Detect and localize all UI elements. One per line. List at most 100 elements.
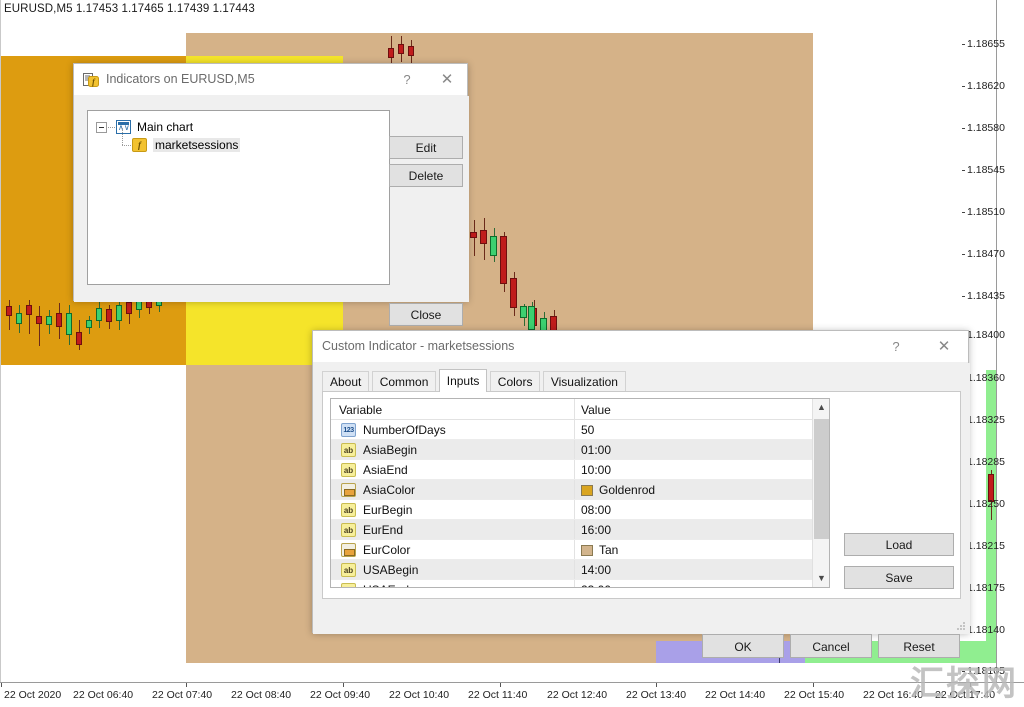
tab-inputs[interactable]: Inputs — [439, 369, 488, 392]
parameter-value[interactable]: Tan — [599, 543, 618, 557]
time-tick-label: 22 Oct 06:40 — [73, 689, 133, 701]
string-icon: ab — [341, 523, 356, 537]
parameter-value[interactable]: 50 — [581, 423, 594, 437]
indicators-dialog[interactable]: f Indicators on EURUSD,M5 ? ✕ Main chart — [73, 63, 468, 301]
cancel-button[interactable]: Cancel — [790, 634, 872, 658]
time-tick-label: 22 Oct 10:40 — [389, 689, 449, 701]
tree-connector — [122, 145, 131, 146]
close-icon[interactable]: ✕ — [924, 331, 964, 362]
close-button[interactable]: Close — [389, 303, 463, 326]
time-tick-label: 22 Oct 09:40 — [310, 689, 370, 701]
custom-indicator-dialog[interactable]: Custom Indicator - marketsessions ? ✕ Ab… — [312, 330, 969, 633]
color-icon — [341, 483, 356, 497]
time-tick-label: 22 Oct 11:40 — [468, 689, 527, 701]
cell-divider — [574, 540, 575, 559]
parameter-value[interactable]: Goldenrod — [599, 483, 655, 497]
custom-indicator-title: Custom Indicator - marketsessions — [322, 339, 514, 353]
table-row[interactable]: 123 NumberOfDays 50 — [331, 420, 829, 440]
time-tick-mark — [1, 683, 2, 687]
string-icon: ab — [341, 583, 356, 588]
candlestick — [408, 40, 414, 64]
tab-common[interactable]: Common — [372, 371, 437, 392]
tabstrip[interactable]: About Common Inputs Colors Visualization — [322, 369, 625, 391]
candlestick — [76, 320, 82, 350]
close-icon[interactable]: ✕ — [427, 64, 467, 95]
candlestick — [520, 304, 527, 326]
parameter-value[interactable]: 16:00 — [581, 523, 611, 537]
tab-about[interactable]: About — [322, 371, 369, 392]
number-icon: 123 — [341, 423, 356, 437]
indicators-dialog-titlebar[interactable]: f Indicators on EURUSD,M5 ? ✕ — [74, 64, 467, 96]
time-tick-mark — [186, 683, 187, 687]
string-icon: ab — [341, 503, 356, 517]
price-tick-label: 1.18655 — [967, 38, 1005, 50]
cell-divider — [574, 480, 575, 499]
table-row[interactable]: AsiaColor Goldenrod — [331, 480, 829, 500]
table-row[interactable]: ab EurBegin 08:00 — [331, 500, 829, 520]
color-swatch — [581, 485, 593, 496]
time-axis[interactable]: 22 Oct 2020 22 Oct 06:40 22 Oct 07:40 22… — [0, 682, 1024, 707]
price-axis[interactable]: 1.18655 1.18620 1.18580 1.18545 1.18510 … — [996, 0, 1024, 682]
parameter-name: AsiaEnd — [363, 463, 408, 477]
table-row[interactable]: ab USABegin 14:00 — [331, 560, 829, 580]
string-icon: ab — [341, 463, 356, 477]
price-tick-label: 1.18580 — [967, 122, 1005, 134]
price-tick-label: 1.18400 — [967, 329, 1005, 341]
table-row[interactable]: ab AsiaBegin 01:00 — [331, 440, 829, 460]
table-row[interactable]: ab EurEnd 16:00 — [331, 520, 829, 540]
time-tick-label: 22 Oct 12:40 — [547, 689, 607, 701]
price-tick-label: 1.18620 — [967, 80, 1005, 92]
candlestick — [46, 310, 52, 334]
tick-mark — [962, 128, 965, 129]
cell-divider — [574, 440, 575, 459]
expander-collapse-icon[interactable] — [96, 122, 107, 133]
delete-button[interactable]: Delete — [389, 164, 463, 187]
column-header-variable: Variable — [339, 403, 382, 417]
help-button[interactable]: ? — [876, 331, 916, 362]
ok-button[interactable]: OK — [702, 634, 784, 658]
parameter-name: EurColor — [363, 543, 410, 557]
parameter-value[interactable]: 01:00 — [581, 443, 611, 457]
save-button[interactable]: Save — [844, 566, 954, 589]
reset-button[interactable]: Reset — [878, 634, 960, 658]
parameter-value[interactable]: 10:00 — [581, 463, 611, 477]
table-row[interactable]: ab AsiaEnd 10:00 — [331, 460, 829, 480]
tick-mark — [962, 671, 965, 672]
edit-button[interactable]: Edit — [389, 136, 463, 159]
load-button[interactable]: Load — [844, 533, 954, 556]
inputs-tab-panel: Variable Value 123 NumberOfDays 50 ab As… — [322, 391, 961, 599]
parameter-name: EurBegin — [363, 503, 412, 517]
parameter-value[interactable]: 08:00 — [581, 503, 611, 517]
grid-scrollbar[interactable]: ▲ ▼ — [812, 399, 829, 587]
parameters-grid[interactable]: Variable Value 123 NumberOfDays 50 ab As… — [330, 398, 830, 588]
tab-colors[interactable]: Colors — [490, 371, 541, 392]
scroll-down-icon[interactable]: ▼ — [813, 570, 830, 587]
time-tick-label: 22 Oct 17:40 — [935, 689, 995, 701]
custom-indicator-titlebar[interactable]: Custom Indicator - marketsessions ? ✕ — [313, 331, 968, 363]
candlestick — [988, 470, 994, 520]
table-row[interactable]: EurColor Tan — [331, 540, 829, 560]
cell-divider — [574, 560, 575, 579]
parameter-name: USABegin — [363, 563, 418, 577]
scroll-up-icon[interactable]: ▲ — [813, 399, 830, 416]
scrollbar-thumb[interactable] — [814, 419, 829, 539]
candlestick — [36, 306, 42, 346]
price-tick-label: 1.18470 — [967, 248, 1005, 260]
price-tick-label: 1.18250 — [967, 498, 1005, 510]
indicator-tree[interactable]: Main chart f marketsessions — [87, 110, 390, 285]
parameter-value[interactable]: 14:00 — [581, 563, 611, 577]
help-button[interactable]: ? — [387, 64, 427, 95]
time-tick-mark — [656, 683, 657, 687]
parameter-value[interactable]: 23:00 — [581, 583, 611, 588]
price-tick-label: 1.18215 — [967, 540, 1005, 552]
app-root: EURUSD,M5 1.17453 1.17465 1.17439 1.1744… — [0, 0, 1024, 707]
parameter-name: NumberOfDays — [363, 423, 446, 437]
resize-grip[interactable] — [957, 622, 967, 632]
table-row[interactable]: ab USAEnd 23:00 — [331, 580, 829, 588]
chart-quote-line: EURUSD,M5 1.17453 1.17465 1.17439 1.1744… — [4, 3, 255, 15]
price-tick-label: 1.18545 — [967, 164, 1005, 176]
time-tick-label: 22 Oct 15:40 — [784, 689, 844, 701]
price-tick-label: 1.18325 — [967, 414, 1005, 426]
indicators-dialog-title: Indicators on EURUSD,M5 — [106, 72, 255, 86]
tab-visualization[interactable]: Visualization — [543, 371, 626, 392]
